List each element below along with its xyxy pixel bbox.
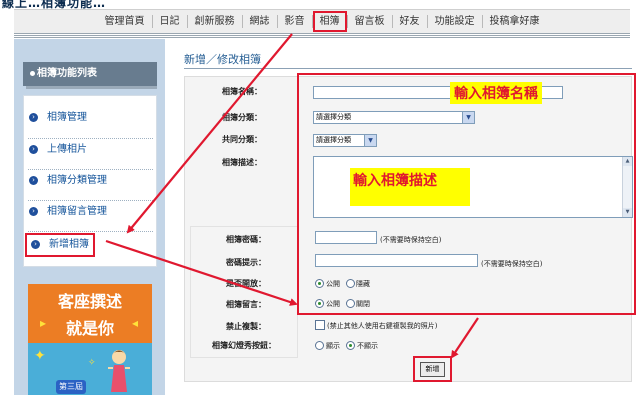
submit-highlight-box — [413, 356, 452, 382]
arrow-form-to-submit — [450, 317, 479, 359]
arrow-nav-to-sidebar — [126, 33, 293, 234]
form-highlight-box — [297, 73, 636, 315]
arrow-sidebar-to-form — [105, 239, 298, 306]
annotation-overlay — [105, 33, 636, 382]
